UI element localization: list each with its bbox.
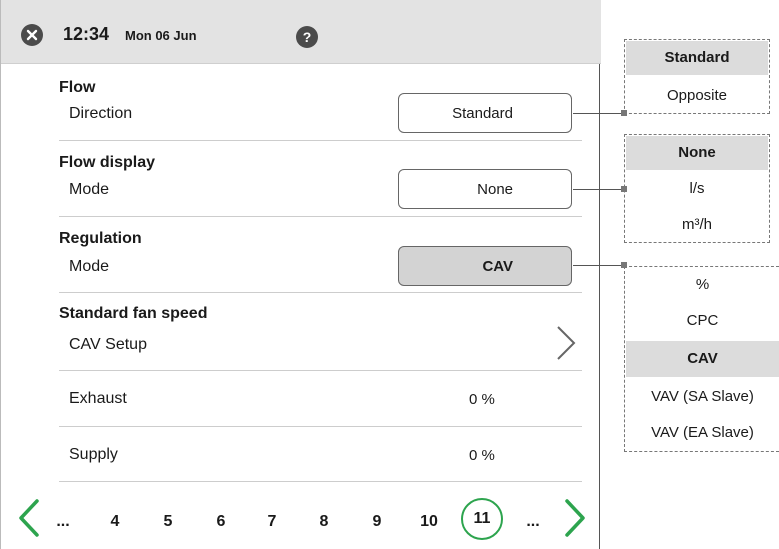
close-button[interactable] <box>21 24 43 46</box>
page-5[interactable]: 5 <box>156 513 180 531</box>
device-screen: 12:34 Mon 06 Jun ? Flow Direction Standa… <box>0 0 601 549</box>
option-m3h[interactable]: m³/h <box>626 208 768 242</box>
option-vav-ea-slave[interactable]: VAV (EA Slave) <box>626 416 779 450</box>
help-button[interactable]: ? <box>296 26 318 48</box>
page-ellipsis-right[interactable]: ... <box>521 513 545 531</box>
option-cav[interactable]: CAV <box>626 341 779 377</box>
chevron-right-icon[interactable] <box>554 323 578 363</box>
chevron-right-icon[interactable] <box>561 498 589 538</box>
option-none[interactable]: None <box>626 136 768 170</box>
page-ellipsis-left[interactable]: ... <box>51 513 75 531</box>
divider <box>59 481 582 482</box>
divider <box>59 370 582 371</box>
divider <box>59 292 582 293</box>
cav-setup-row[interactable]: CAV Setup <box>69 336 147 354</box>
supply-value: 0 % <box>469 447 495 464</box>
section-title-fan-speed: Standard fan speed <box>59 305 208 322</box>
dropdown-value: CAV <box>482 258 513 275</box>
option-percent[interactable]: % <box>626 268 779 302</box>
clock-time: 12:34 <box>63 24 110 44</box>
section-title-regulation: Regulation <box>59 230 142 247</box>
option-ls[interactable]: l/s <box>626 172 768 206</box>
row-label-exhaust: Exhaust <box>69 390 127 407</box>
option-opposite[interactable]: Opposite <box>626 79 768 113</box>
connector-line <box>573 189 624 190</box>
page-current[interactable]: 11 <box>461 498 503 540</box>
section-title-flow-display: Flow display <box>59 154 156 171</box>
row-label-direction: Direction <box>69 105 133 122</box>
divider <box>59 216 582 217</box>
page-8[interactable]: 8 <box>312 513 336 531</box>
page-6[interactable]: 6 <box>209 513 233 531</box>
exhaust-value: 0 % <box>469 391 495 408</box>
close-icon <box>26 29 38 41</box>
row-label-supply: Supply <box>69 446 118 463</box>
chevron-left-icon[interactable] <box>15 498 43 538</box>
divider <box>59 140 582 141</box>
dropdown-value: Standard <box>452 105 513 122</box>
flow-direction-dropdown[interactable]: Standard <box>398 93 572 133</box>
clock-date: Mon 06 Jun <box>125 28 197 43</box>
flow-display-mode-dropdown[interactable]: None <box>398 169 572 209</box>
option-standard[interactable]: Standard <box>626 41 768 75</box>
help-icon: ? <box>302 29 312 45</box>
dropdown-value: None <box>477 181 513 198</box>
page-9[interactable]: 9 <box>365 513 389 531</box>
page-4[interactable]: 4 <box>103 513 127 531</box>
page-10[interactable]: 10 <box>417 513 441 531</box>
option-vav-sa-slave[interactable]: VAV (SA Slave) <box>626 380 779 414</box>
connector-dot <box>621 110 627 116</box>
section-title-flow: Flow <box>59 79 96 96</box>
connector-line <box>573 113 624 114</box>
option-cpc[interactable]: CPC <box>626 304 779 338</box>
page-7[interactable]: 7 <box>260 513 284 531</box>
regulation-mode-dropdown[interactable]: CAV <box>398 246 572 286</box>
row-label-mode: Mode <box>69 258 110 275</box>
connector-line <box>573 265 624 266</box>
connector-dot <box>621 186 627 192</box>
divider <box>59 426 582 427</box>
connector-dot <box>621 262 627 268</box>
row-label-mode: Mode <box>69 181 110 198</box>
